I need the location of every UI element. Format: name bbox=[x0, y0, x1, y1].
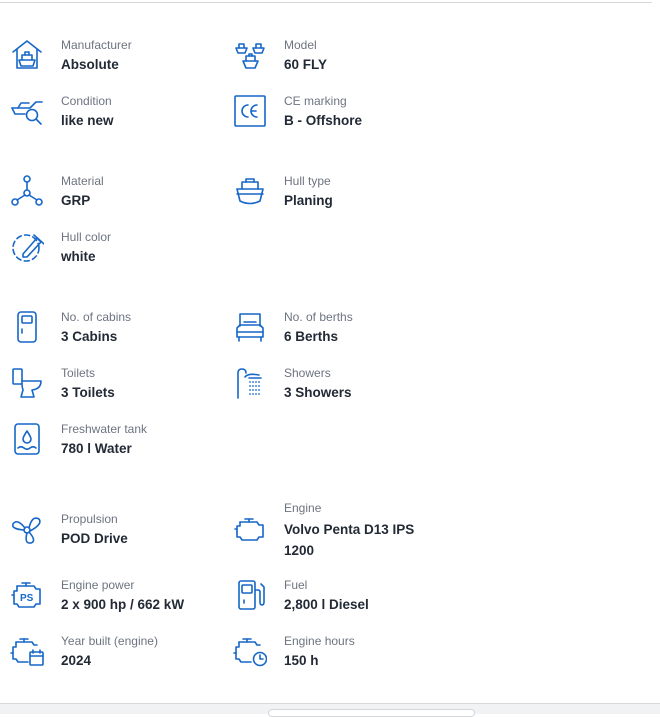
spec-value: 2,800 l Diesel bbox=[284, 597, 369, 612]
spec-label: Condition bbox=[61, 94, 112, 108]
color-picker-icon bbox=[10, 230, 44, 264]
spec-value: 2024 bbox=[61, 653, 92, 668]
engine-ps-icon: PS bbox=[10, 578, 44, 612]
spec-label: Material bbox=[61, 174, 104, 188]
engine-clock-icon bbox=[233, 634, 267, 668]
engine-icon bbox=[233, 512, 267, 546]
spec-value: white bbox=[61, 249, 96, 264]
boats-icon bbox=[233, 38, 267, 72]
spec-value: GRP bbox=[61, 193, 91, 208]
spec-label: Showers bbox=[284, 366, 331, 380]
shower-icon bbox=[233, 366, 267, 400]
spec-label: Freshwater tank bbox=[61, 422, 148, 436]
spec-label: Engine power bbox=[61, 578, 135, 592]
spec-value: Planing bbox=[284, 193, 333, 208]
fuel-pump-icon bbox=[233, 578, 267, 612]
propeller-icon bbox=[10, 512, 44, 546]
spec-value: 3 Toilets bbox=[61, 385, 115, 400]
spec-label: Hull color bbox=[61, 230, 112, 244]
spec-value: B - Offshore bbox=[284, 113, 363, 128]
cabin-door-icon bbox=[10, 310, 44, 344]
top-divider bbox=[0, 2, 652, 3]
spec-label: No. of cabins bbox=[61, 310, 132, 324]
spec-label: Model bbox=[284, 38, 317, 52]
spec-value: 3 Showers bbox=[284, 385, 352, 400]
spec-value: 6 Berths bbox=[284, 329, 339, 344]
svg-text:PS: PS bbox=[20, 593, 34, 604]
spec-value: 150 h bbox=[284, 653, 319, 668]
spec-value: 780 l Water bbox=[61, 441, 132, 456]
ce-mark-icon bbox=[233, 94, 267, 128]
boat-magnifier-icon bbox=[10, 94, 44, 128]
spec-label: Fuel bbox=[284, 578, 308, 592]
spec-label: Hull type bbox=[284, 174, 331, 188]
spec-value: 3 Cabins bbox=[61, 329, 118, 344]
spec-label: Toilets bbox=[61, 366, 96, 380]
spec-label: Year built (engine) bbox=[61, 634, 158, 648]
toilet-icon bbox=[10, 366, 44, 400]
bottom-handle[interactable] bbox=[268, 709, 475, 717]
spec-value: 2 x 900 hp / 662 kW bbox=[61, 597, 185, 612]
spec-value: 60 FLY bbox=[284, 57, 328, 72]
molecule-icon bbox=[10, 174, 44, 208]
spec-value: POD Drive bbox=[61, 531, 128, 546]
spec-value: Absolute bbox=[61, 57, 119, 72]
house-boat-icon bbox=[10, 38, 44, 72]
spec-value: like new bbox=[61, 113, 114, 128]
bed-icon bbox=[233, 310, 267, 344]
spec-label: Manufacturer bbox=[61, 38, 132, 52]
hull-icon bbox=[233, 174, 267, 208]
spec-label: Propulsion bbox=[61, 512, 118, 526]
engine-calendar-icon bbox=[10, 634, 44, 668]
spec-label: CE marking bbox=[284, 94, 347, 108]
spec-label: Engine bbox=[284, 501, 322, 515]
spec-label: Engine hours bbox=[284, 634, 355, 648]
spec-value: Volvo Penta D13 IPS 1200 bbox=[284, 522, 415, 558]
spec-label: No. of berths bbox=[284, 310, 353, 324]
water-tank-icon bbox=[10, 422, 44, 456]
